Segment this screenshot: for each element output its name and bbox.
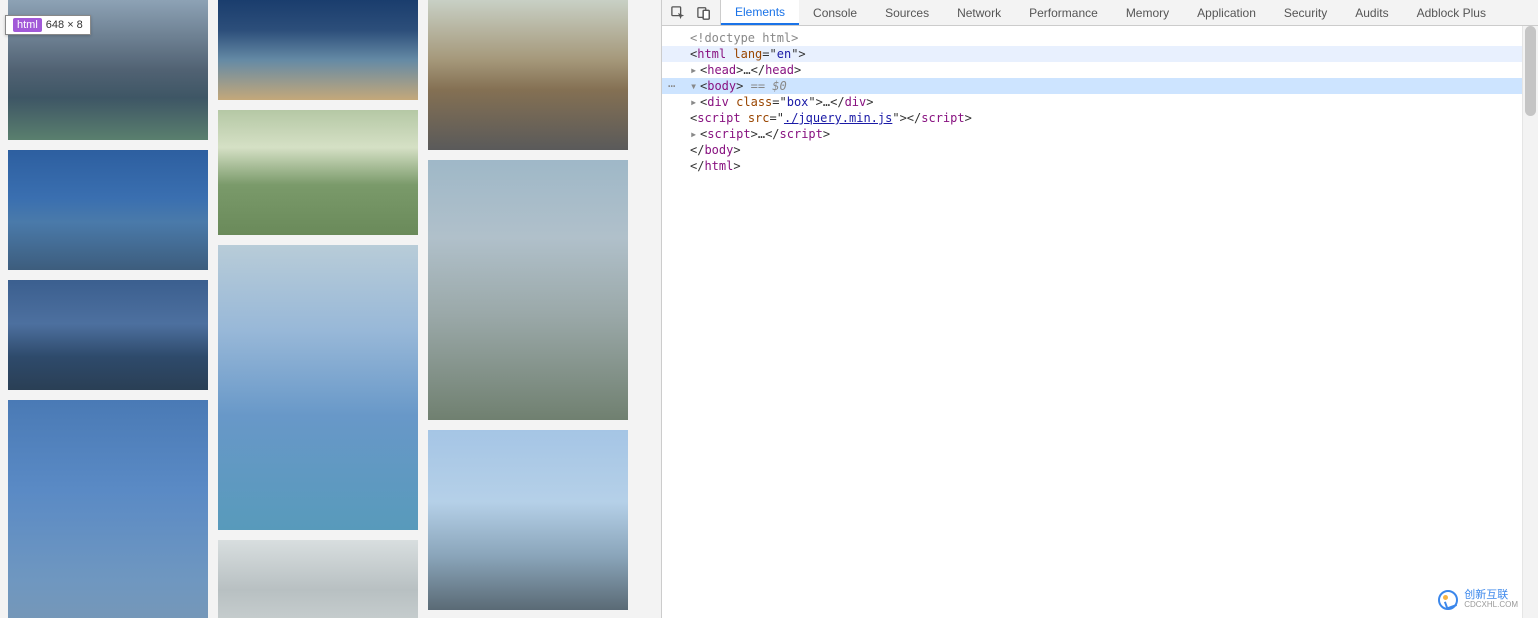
element-tooltip: html 648 × 8 [5, 15, 91, 35]
tab-sources[interactable]: Sources [871, 0, 943, 25]
devtools-panel: Elements Console Sources Network Perform… [662, 0, 1538, 618]
tab-audits[interactable]: Audits [1341, 0, 1402, 25]
expand-icon[interactable]: ▸ [690, 126, 700, 142]
tab-console[interactable]: Console [799, 0, 871, 25]
gallery-image [218, 540, 418, 618]
gallery-image [8, 400, 208, 618]
gallery-image [218, 110, 418, 235]
dom-line[interactable]: ▸<script>…</script> [662, 126, 1538, 142]
tab-network[interactable]: Network [943, 0, 1015, 25]
dom-line[interactable]: ▸<div class="box">…</div> [662, 94, 1538, 110]
expand-icon[interactable]: ▸ [690, 62, 700, 78]
devtools-scrollbar[interactable] [1522, 26, 1538, 618]
watermark: 创新互联 CDCXHL.COM [1438, 589, 1518, 610]
dom-line[interactable]: </html> [662, 158, 1538, 174]
gallery-image [8, 150, 208, 270]
devtools-toolbar [662, 0, 721, 25]
inspect-icon[interactable] [670, 5, 686, 21]
device-toggle-icon[interactable] [696, 5, 712, 21]
gallery-image [428, 160, 628, 420]
dom-line[interactable]: <script src="./jquery.min.js"></script> [662, 110, 1538, 126]
dom-tree[interactable]: <!doctype html> <html lang="en"> ▸<head>… [662, 26, 1538, 618]
gallery-column [8, 0, 208, 618]
tab-memory[interactable]: Memory [1112, 0, 1183, 25]
collapse-icon[interactable]: ▾ [690, 78, 700, 94]
tab-elements[interactable]: Elements [721, 0, 799, 25]
gallery-column [428, 0, 628, 618]
watermark-sub: CDCXHL.COM [1464, 601, 1518, 610]
tooltip-tag: html [13, 18, 42, 32]
rendered-page-pane[interactable]: html 648 × 8 [0, 0, 662, 618]
gallery-image [8, 280, 208, 390]
gallery-image [428, 430, 628, 610]
tab-application[interactable]: Application [1183, 0, 1270, 25]
dom-line[interactable]: <!doctype html> [662, 30, 1538, 46]
expand-icon[interactable]: ▸ [690, 94, 700, 110]
gallery-column [218, 0, 418, 618]
tab-adblock[interactable]: Adblock Plus [1403, 0, 1500, 25]
tab-security[interactable]: Security [1270, 0, 1341, 25]
dom-line-selected[interactable]: ⋯ ▾<body> == $0 [662, 78, 1538, 94]
gallery-image [218, 245, 418, 530]
tab-performance[interactable]: Performance [1015, 0, 1112, 25]
devtools-tabs: Elements Console Sources Network Perform… [662, 0, 1538, 26]
image-gallery [0, 0, 661, 618]
watermark-logo-icon [1438, 590, 1458, 610]
dom-line[interactable]: <html lang="en"> [662, 46, 1538, 62]
tooltip-size: 648 × 8 [46, 19, 83, 31]
gallery-image [428, 0, 628, 150]
gallery-image [218, 0, 418, 100]
dom-line[interactable]: </body> [662, 142, 1538, 158]
dom-line[interactable]: ▸<head>…</head> [662, 62, 1538, 78]
